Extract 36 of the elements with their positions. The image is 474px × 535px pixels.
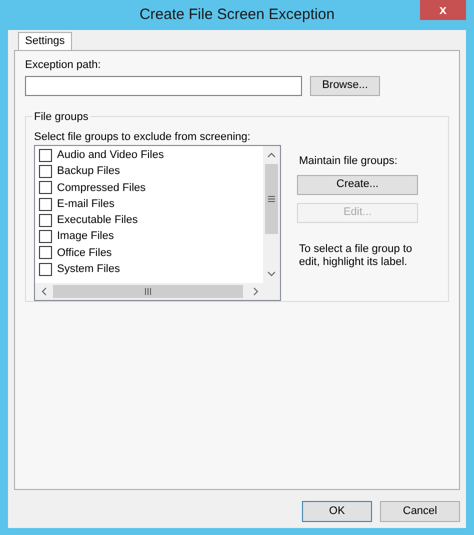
checkbox[interactable]: [39, 198, 52, 211]
input-field[interactable]: [25, 76, 302, 96]
browse-button[interactable]: Browse...: [310, 76, 380, 96]
list-item-label[interactable]: Backup Files: [57, 163, 120, 180]
create-button[interactable]: Create...: [297, 174, 418, 194]
scroll-grip-icon: [268, 196, 275, 202]
scroll-down-icon[interactable]: [267, 271, 276, 277]
list-item-label[interactable]: System Files: [57, 260, 120, 278]
scroll-up-icon[interactable]: [267, 152, 276, 158]
cancel-button[interactable]: Cancel: [380, 501, 460, 522]
list-item-label[interactable]: Executable Files: [57, 212, 138, 229]
list-item-label[interactable]: Compressed Files: [57, 180, 146, 196]
checkbox[interactable]: [39, 230, 52, 244]
list-item-label[interactable]: Image Files: [57, 228, 114, 245]
field-label: Exception path:: [25, 58, 102, 73]
scroll-left-icon[interactable]: [41, 287, 47, 296]
scroll-right-icon[interactable]: [253, 287, 259, 296]
scroll-grip-icon: [145, 288, 151, 295]
checkbox[interactable]: [39, 214, 52, 227]
list-item-label[interactable]: Office Files: [57, 244, 112, 262]
list-label: Select file groups to exclude from screening:: [34, 130, 252, 144]
checkbox[interactable]: [39, 262, 52, 276]
hint-text: To select a file group to edit, highlight its label.: [298, 242, 414, 268]
list-item-label[interactable]: Audio and Video Files: [57, 146, 164, 164]
window-title: Create File Screen Exception: [139, 4, 335, 25]
checkbox[interactable]: [39, 148, 52, 162]
section-label: Maintain file groups:: [298, 154, 398, 169]
checkbox[interactable]: [39, 246, 52, 260]
checkbox[interactable]: [39, 164, 52, 178]
checkbox[interactable]: [39, 181, 52, 194]
ok-button[interactable]: OK: [302, 501, 372, 522]
tab[interactable]: Settings: [18, 32, 72, 50]
horizontal-scrollbar[interactable]: [35, 283, 280, 300]
list-item-label[interactable]: E-mail Files: [57, 196, 114, 212]
close-button[interactable]: x: [420, 0, 466, 20]
vertical-scrollbar[interactable]: [263, 146, 280, 283]
